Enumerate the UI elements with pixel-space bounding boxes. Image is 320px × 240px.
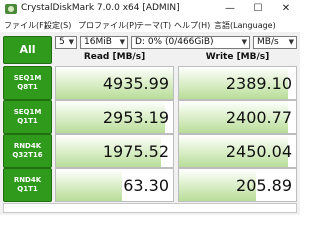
test-name: RND4K [13,176,42,184]
window-title: CrystalDiskMark 7.0.0 x64 [ADMIN] [21,3,180,13]
chevron-down-icon: ▼ [68,38,74,46]
test-count-value: 5 [59,37,65,47]
chevron-down-icon: ▼ [241,38,247,46]
write-header: Write [MB/s] [205,52,270,62]
read-value: 1975.52 [102,142,169,161]
read-result-seq1m-q1t1: 2953.19 [55,100,174,134]
menu-profile[interactable]: プロファイル(P) [78,20,137,31]
test-name: SEQ1M [13,108,42,116]
close-button[interactable]: ✕ [272,0,300,18]
menu-settings[interactable]: 設定(S) [44,20,71,31]
write-result-rnd4k-q1t1: 205.89 [178,168,297,202]
comment-field[interactable] [3,203,297,213]
menu-bar: ファイル(F) 設定(S) プロファイル(P) テーマ(T) ヘルプ(H) 言語… [0,18,300,32]
read-result-rnd4k-q32t16: 1975.52 [55,134,174,168]
rnd4k-q1t1-button[interactable]: RND4K Q1T1 [3,168,52,202]
title-bar: CrystalDiskMark 7.0.0 x64 [ADMIN] — ☐ ✕ [0,0,300,18]
write-value: 205.89 [236,176,292,195]
read-result-rnd4k-q1t1: 63.30 [55,168,174,202]
crystaldiskmark-app-icon [5,3,17,15]
drive-value: D: 0% (0/466GiB) [135,37,214,47]
test-size-value: 16MiB [84,37,112,47]
test-name: SEQ1M [13,74,42,82]
menu-theme[interactable]: テーマ(T) [136,20,171,31]
menu-language[interactable]: 言語(Language) [214,20,276,31]
test-size-select[interactable]: 16MiB ▼ [80,36,128,49]
menu-help[interactable]: ヘルプ(H) [174,20,210,31]
write-result-seq1m-q1t1: 2400.77 [178,100,297,134]
write-value: 2400.77 [225,108,292,127]
test-params: Q1T1 [17,117,38,125]
test-params: Q8T1 [17,83,38,91]
write-value: 2389.10 [225,74,292,93]
seq1m-q1t1-button[interactable]: SEQ1M Q1T1 [3,100,52,134]
run-all-button[interactable]: All [3,36,52,64]
read-result-seq1m-q8t1: 4935.99 [55,66,174,100]
write-result-seq1m-q8t1: 2389.10 [178,66,297,100]
drive-select[interactable]: D: 0% (0/466GiB) ▼ [131,36,250,49]
test-params: Q1T1 [17,185,38,193]
write-result-rnd4k-q32t16: 2450.04 [178,134,297,168]
minimize-button[interactable]: — [216,0,244,18]
write-value: 2450.04 [225,142,292,161]
read-value: 4935.99 [102,74,169,93]
read-value: 2953.19 [102,108,169,127]
read-bar [56,169,122,201]
rnd4k-q32t16-button[interactable]: RND4K Q32T16 [3,134,52,168]
test-params: Q32T16 [12,151,43,159]
chevron-down-icon: ▼ [288,38,294,46]
test-count-select[interactable]: 5 ▼ [55,36,77,49]
seq1m-q8t1-button[interactable]: SEQ1M Q8T1 [3,66,52,100]
unit-value: MB/s [257,37,279,47]
menu-file[interactable]: ファイル(F) [4,20,47,31]
test-name: RND4K [13,142,42,150]
maximize-button[interactable]: ☐ [244,0,272,18]
read-value: 63.30 [123,176,169,195]
chevron-down-icon: ▼ [119,38,125,46]
read-header: Read [MB/s] [83,52,146,62]
unit-select[interactable]: MB/s ▼ [253,36,297,49]
